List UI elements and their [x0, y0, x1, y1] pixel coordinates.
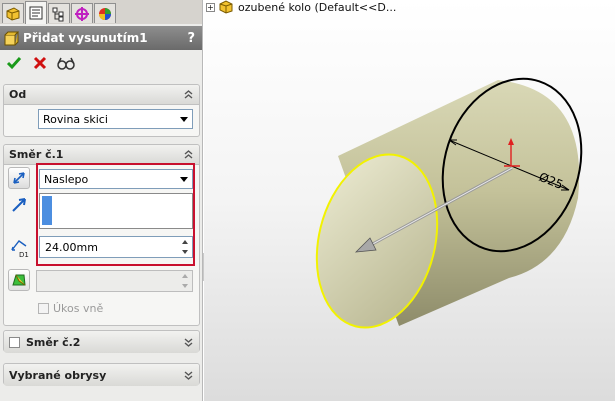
preview-glasses-icon	[57, 57, 75, 70]
direction1-group-header[interactable]: Směr č.1	[4, 145, 199, 165]
depth-d1-icon: D1	[8, 236, 30, 258]
depth-input[interactable]: 24.00mm	[39, 236, 193, 258]
direction-vector-selection-box[interactable]	[39, 193, 193, 229]
direction1-group-title: Směr č.1	[9, 148, 64, 161]
draft-outward-checkbox[interactable]: Úkos vně	[38, 302, 103, 315]
action-bar	[0, 51, 202, 75]
dimxpert-manager-tab-icon	[75, 6, 89, 21]
from-group-header[interactable]: Od	[4, 85, 199, 105]
svg-text:D1: D1	[19, 251, 29, 258]
from-group: Od Rovina skici	[3, 84, 200, 137]
end-condition-value: Naslepo	[44, 172, 89, 186]
display-manager-tab[interactable]	[94, 3, 116, 23]
property-manager-tab[interactable]	[25, 1, 47, 24]
ok-check-icon	[6, 57, 22, 70]
detailed-preview-button[interactable]	[56, 53, 76, 73]
chevron-down-double-icon	[184, 337, 193, 347]
start-condition-select[interactable]: Rovina skici	[38, 109, 193, 129]
extrude-feature-icon	[4, 31, 19, 45]
display-manager-tab-icon	[99, 7, 111, 20]
reverse-direction-icon	[13, 172, 25, 184]
configuration-manager-tab-icon	[52, 7, 64, 21]
draft-angle-input[interactable]	[36, 270, 193, 292]
dimxpert-manager-tab[interactable]	[71, 3, 93, 23]
ok-button[interactable]	[4, 53, 24, 73]
help-button[interactable]: ?	[187, 31, 195, 46]
direction2-group-header[interactable]: Směr č.2	[4, 331, 199, 353]
depth-value: 24.00mm	[45, 240, 98, 254]
feature-manager-tab-icon	[6, 6, 20, 21]
draft-spin-buttons[interactable]	[178, 271, 192, 291]
from-group-title: Od	[9, 88, 27, 101]
selected-contours-group-title: Vybrané obrysy	[9, 368, 107, 382]
draft-on-off-button[interactable]	[8, 269, 30, 291]
draft-outward-label: Úkos vně	[53, 302, 104, 315]
property-manager-title-bar: Přidat vysunutím1 ?	[0, 26, 202, 50]
draft-icon	[12, 274, 26, 286]
start-condition-value: Rovina skici	[43, 112, 108, 126]
draft-outward-checkbox-box	[38, 303, 49, 314]
dropdown-arrow-icon	[180, 117, 188, 122]
cancel-x-icon	[33, 56, 47, 70]
reverse-direction-button[interactable]	[8, 167, 30, 189]
direction2-enable-checkbox[interactable]	[9, 336, 20, 348]
graphics-area[interactable]: + ozubené kolo (Default<<D... Ø25	[204, 0, 615, 401]
selected-contours-group: Vybrané obrysy	[3, 363, 200, 386]
depth-spin-buttons[interactable]	[178, 237, 192, 257]
chevron-up-double-icon	[184, 90, 193, 99]
manager-tab-strip	[0, 0, 202, 24]
chevron-up-double-icon	[184, 150, 193, 159]
active-selection-indicator	[42, 196, 52, 225]
chevron-down-double-icon	[184, 370, 193, 380]
configuration-manager-tab[interactable]	[48, 3, 70, 23]
direction2-group-title: Směr č.2	[26, 335, 81, 349]
feature-manager-tab[interactable]	[2, 3, 24, 23]
property-manager-panel: Přidat vysunutím1 ? Od Rovina skici Směr…	[0, 0, 203, 401]
property-manager-title: Přidat vysunutím1	[23, 31, 148, 45]
end-condition-select[interactable]: Naslepo	[39, 169, 193, 189]
extrude-preview-model[interactable]: Ø25	[204, 0, 615, 401]
cancel-button[interactable]	[30, 53, 50, 73]
selected-contours-group-header[interactable]: Vybrané obrysy	[4, 364, 199, 386]
direction2-group: Směr č.2	[3, 330, 200, 353]
property-manager-tab-icon	[29, 6, 43, 20]
direction-of-extrusion-icon	[8, 194, 30, 216]
dropdown-arrow-icon	[180, 177, 188, 182]
